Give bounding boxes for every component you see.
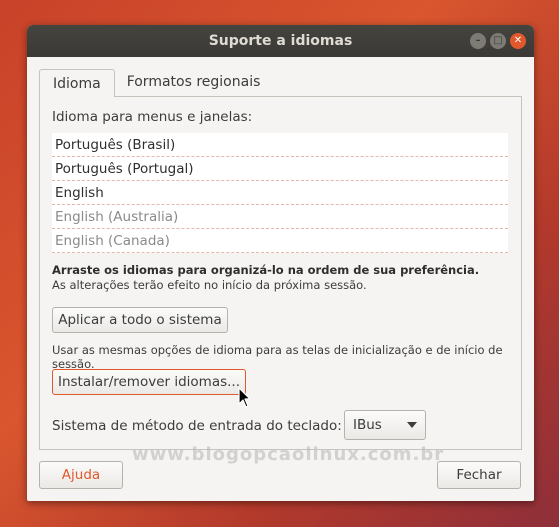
maximize-icon[interactable]: □: [490, 33, 506, 49]
list-item[interactable]: Português (Portugal): [52, 157, 508, 181]
language-support-window: Suporte a idiomas – □ ✕ Idioma Formatos …: [27, 25, 534, 501]
apply-system-wide-button[interactable]: Aplicar a todo o sistema: [52, 307, 228, 333]
restart-hint: As alterações terão efeito no início da …: [52, 278, 367, 292]
list-item[interactable]: English (Australia): [52, 205, 508, 229]
drag-hint: Arraste os idiomas para organizá-lo na o…: [52, 263, 480, 277]
mouse-pointer-icon: [238, 387, 251, 408]
close-icon[interactable]: ✕: [510, 33, 526, 49]
language-list: Português (Brasil) Português (Portugal) …: [52, 133, 508, 253]
tab-idioma[interactable]: Idioma: [39, 69, 115, 97]
apply-hint: Usar as mesmas opções de idioma para as …: [52, 343, 503, 371]
input-method-select[interactable]: IBus: [344, 410, 426, 440]
help-button[interactable]: Ajuda: [39, 461, 123, 489]
list-item[interactable]: English: [52, 181, 508, 205]
window-title: Suporte a idiomas: [208, 33, 353, 49]
language-list-label: Idioma para menus e janelas:: [52, 109, 253, 125]
minimize-icon[interactable]: –: [470, 33, 486, 49]
install-remove-languages-button[interactable]: Instalar/remover idiomas...: [52, 369, 246, 395]
close-button[interactable]: Fechar: [437, 461, 521, 489]
chevron-down-icon: [407, 422, 417, 428]
window-controls: – □ ✕: [470, 33, 526, 49]
list-item[interactable]: English (Canada): [52, 229, 508, 253]
input-method-label: Sistema de método de entrada do teclado:: [52, 418, 342, 434]
language-panel: Idioma para menus e janelas: Português (…: [39, 96, 522, 450]
list-item[interactable]: Português (Brasil): [52, 133, 508, 157]
tab-formatos-regionais[interactable]: Formatos regionais: [114, 69, 274, 95]
tab-bar: Idioma Formatos regionais: [39, 69, 272, 97]
input-method-value: IBus: [353, 417, 382, 433]
title-bar[interactable]: Suporte a idiomas – □ ✕: [27, 25, 534, 57]
